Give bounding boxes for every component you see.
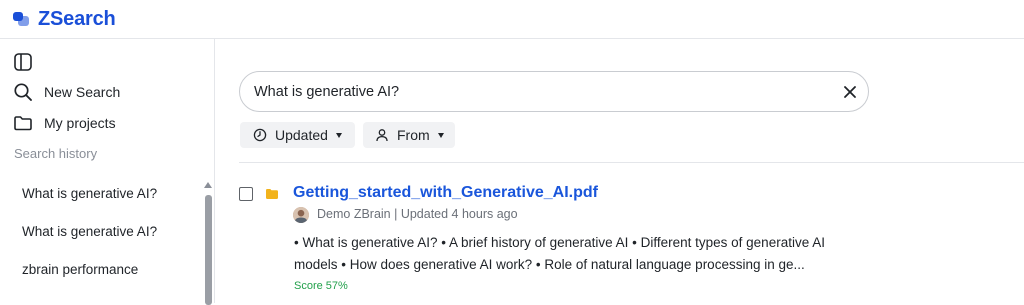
result-meta: Demo ZBrain | Updated 4 hours ago	[317, 207, 518, 221]
close-icon[interactable]	[842, 84, 858, 100]
search-history-heading: Search history	[14, 146, 98, 161]
my-projects-label: My projects	[44, 115, 116, 131]
person-icon	[376, 129, 388, 142]
scroll-up-arrow-icon[interactable]	[204, 182, 212, 188]
chevron-down-icon	[335, 132, 342, 138]
result-score: Score 57%	[294, 280, 348, 292]
chat-bubbles-logo-icon	[13, 12, 29, 26]
sidebar-toggle-icon[interactable]	[13, 52, 33, 72]
app-header: ZSearch	[0, 0, 1024, 39]
results-divider	[239, 162, 1024, 163]
from-filter-dropdown[interactable]: From	[363, 122, 455, 148]
avatar	[293, 207, 309, 223]
result-checkbox[interactable]	[239, 187, 253, 201]
snippet-line: models • How does generative AI work? • …	[294, 257, 805, 272]
chevron-down-icon	[437, 132, 444, 138]
from-filter-label: From	[397, 127, 430, 143]
new-search-button[interactable]: New Search	[13, 81, 120, 103]
new-search-label: New Search	[44, 84, 121, 100]
folder-icon	[266, 189, 278, 199]
sidebar-scrollbar-thumb[interactable]	[205, 195, 212, 305]
search-icon	[14, 83, 32, 101]
app-logo[interactable]: ZSearch	[12, 6, 116, 32]
folder-outline-icon	[14, 116, 32, 131]
history-item[interactable]: What is generative AI?	[22, 186, 157, 201]
history-item[interactable]: What is generative AI?	[22, 224, 157, 239]
search-bar	[239, 71, 869, 112]
result-snippet: • What is generative AI? • A brief histo…	[294, 232, 874, 276]
updated-filter-label: Updated	[275, 127, 328, 143]
result-title-link[interactable]: Getting_started_with_Generative_AI.pdf	[293, 184, 598, 202]
sidebar: New Search My projects Search history Wh…	[0, 39, 215, 305]
snippet-line: • What is generative AI? • A brief histo…	[294, 235, 825, 250]
my-projects-button[interactable]: My projects	[13, 112, 116, 134]
history-item[interactable]: zbrain performance	[22, 262, 138, 277]
clock-icon	[253, 128, 267, 142]
app-name: ZSearch	[38, 7, 116, 30]
search-input[interactable]	[254, 81, 824, 103]
updated-filter-dropdown[interactable]: Updated	[240, 122, 355, 148]
